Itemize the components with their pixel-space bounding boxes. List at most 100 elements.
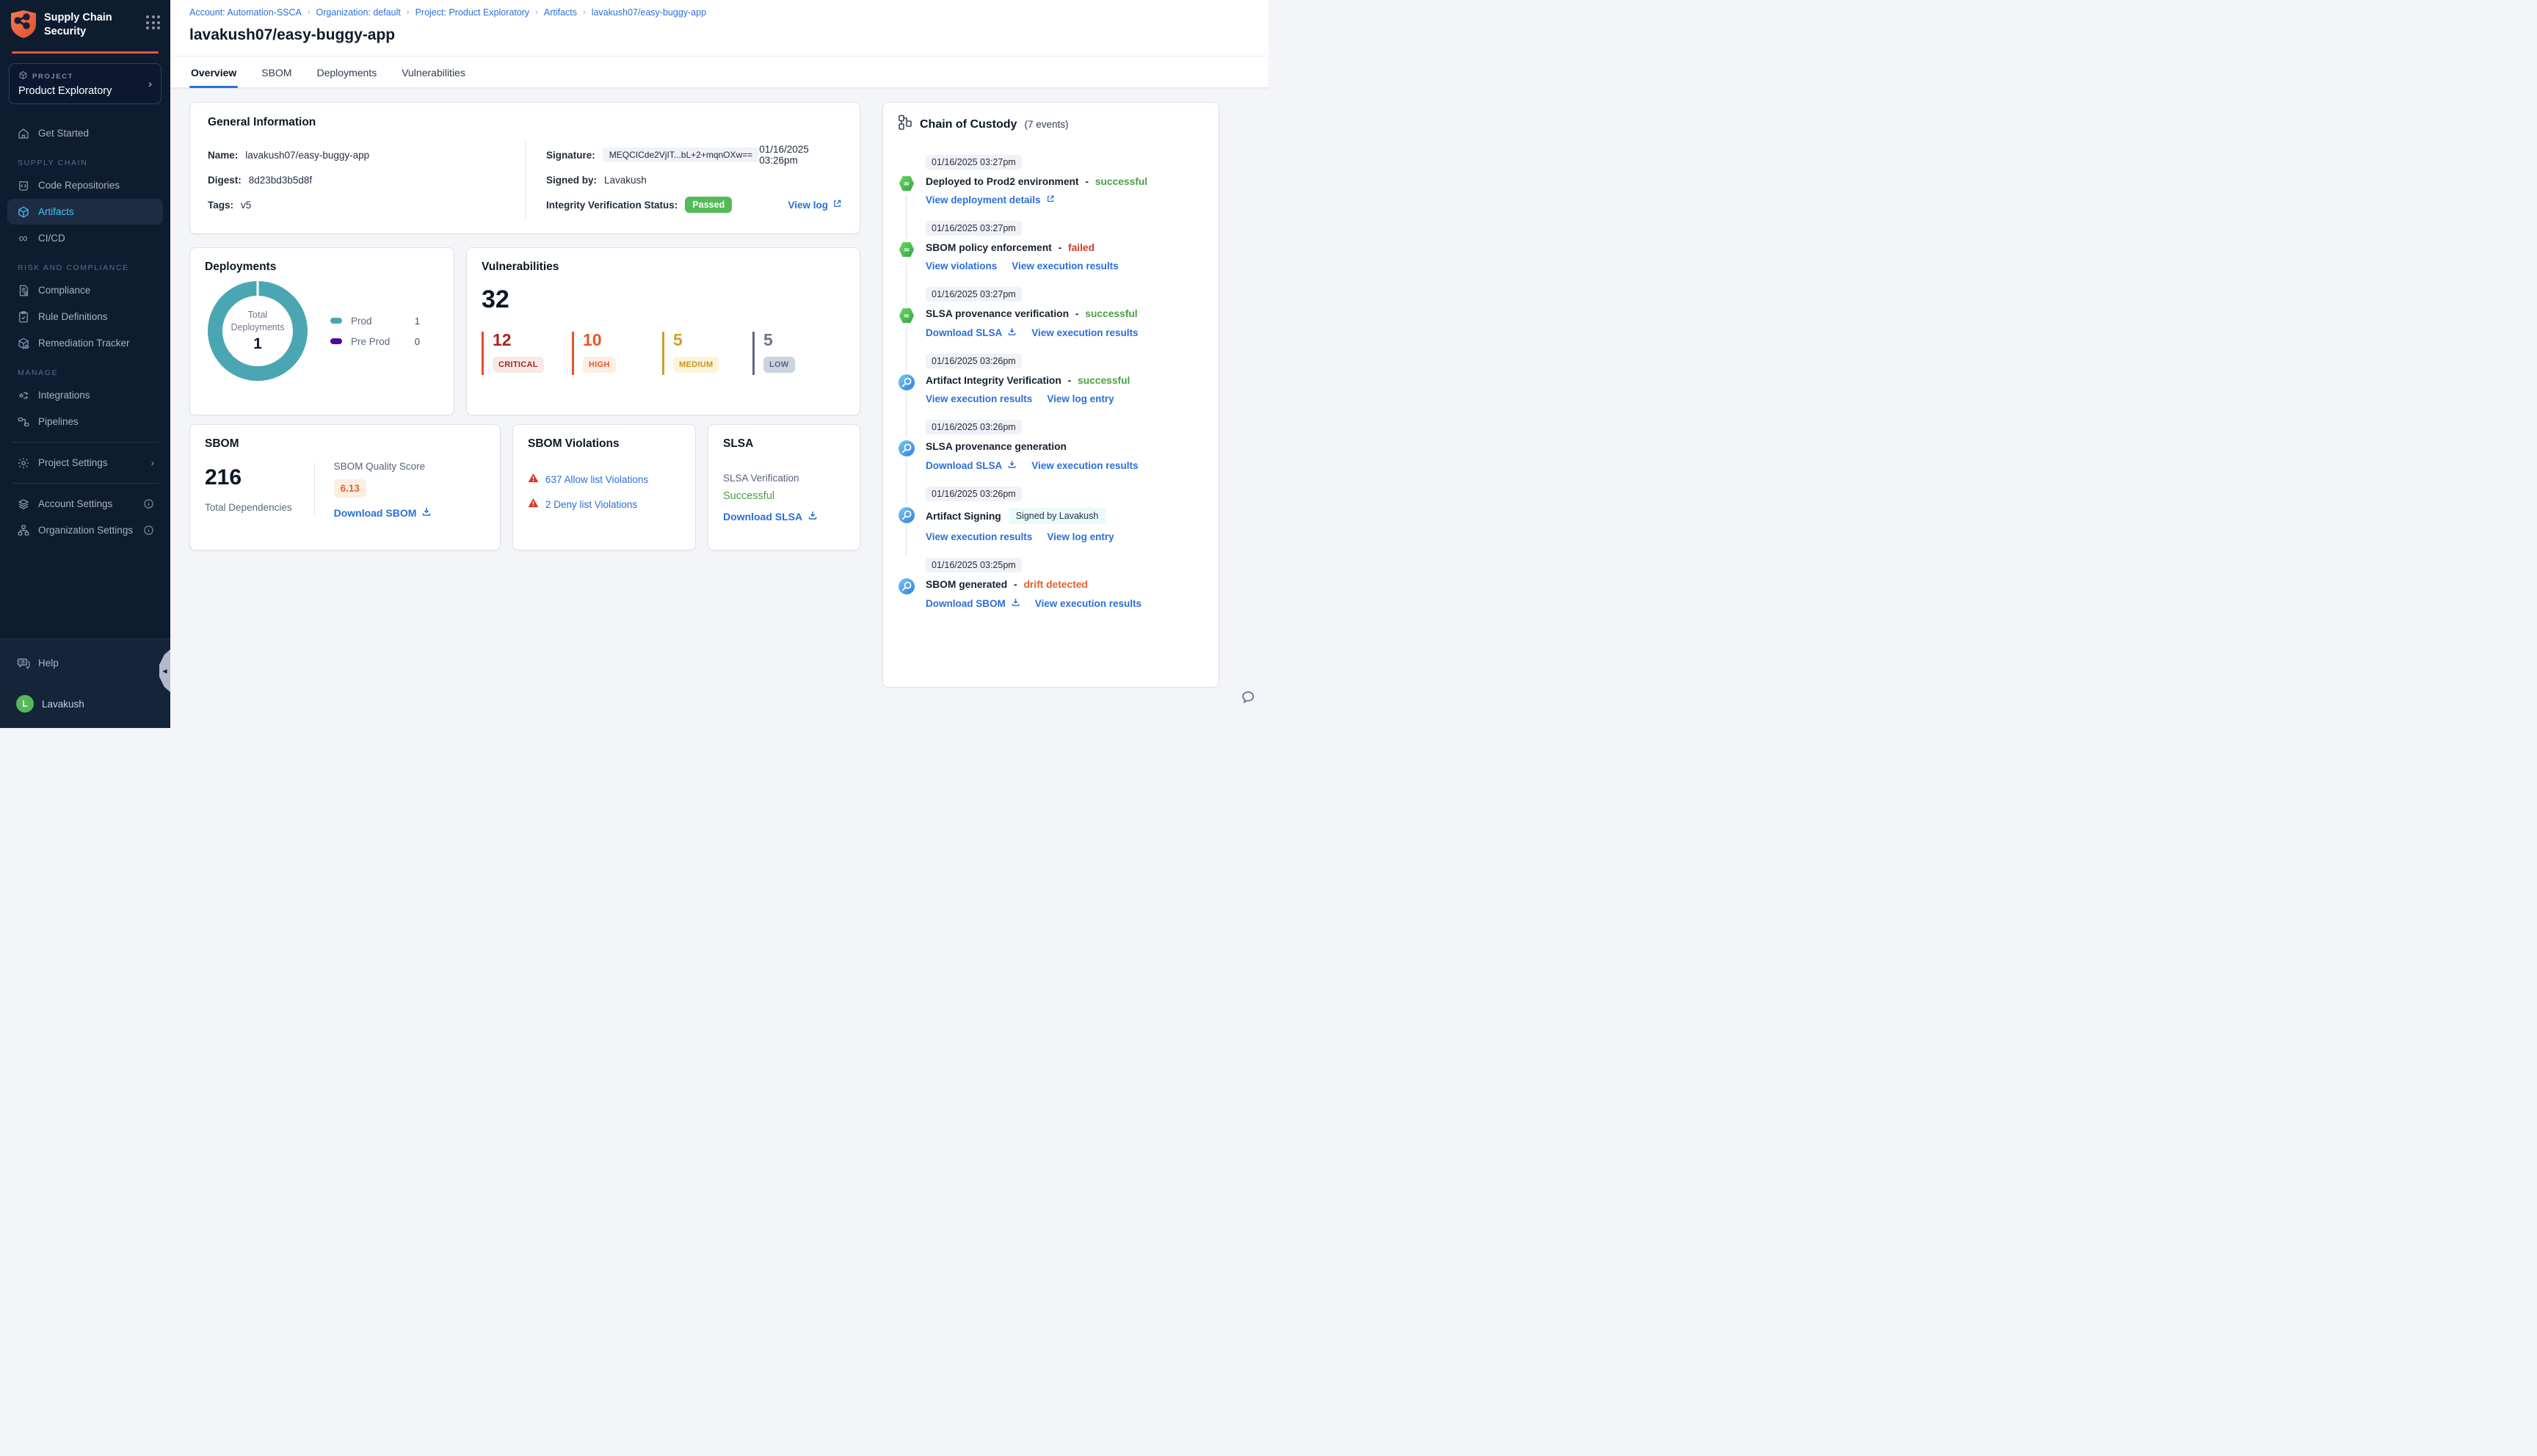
link-label: Download SLSA xyxy=(926,459,1003,471)
section-supply-chain: SUPPLY CHAIN xyxy=(18,159,88,167)
card-title: General Information xyxy=(208,116,316,128)
timeline-event: 01/16/2025 03:25pm SBOM generated - drif… xyxy=(898,558,1204,609)
left-column: General Information Name: lavakush07/easy… xyxy=(189,102,860,728)
breadcrumb-project[interactable]: Project: Product Exploratory xyxy=(415,7,530,18)
link-label: View log entry xyxy=(1047,531,1114,542)
deployments-legend: Prod 1 Pre Prod 0 xyxy=(330,306,420,357)
severity-count: 5 xyxy=(763,330,773,349)
download-slsa-link[interactable]: Download SLSA xyxy=(723,510,845,523)
tab-deployments[interactable]: Deployments xyxy=(316,57,379,87)
event-status: successful xyxy=(1095,176,1148,187)
sidebar-item-label: Get Started xyxy=(38,128,90,139)
help-chat-icon xyxy=(16,656,30,670)
view-execution-results-link[interactable]: View execution results xyxy=(926,393,1032,404)
app-switcher-grid-icon[interactable] xyxy=(146,15,160,29)
chain-of-custody-timeline: 01/16/2025 03:27pm ∞ Deployed to Prod2 e… xyxy=(898,155,1204,609)
general-information-card: General Information Name: lavakush07/easy… xyxy=(189,102,860,234)
status-badge-passed: Passed xyxy=(685,197,733,213)
sidebar-item-remediation-tracker[interactable]: Remediation Tracker xyxy=(7,330,163,356)
link-label: View execution results xyxy=(1031,459,1139,471)
breadcrumb-separator: › xyxy=(535,8,538,17)
sidebar-item-cicd[interactable]: ∞ CI/CD xyxy=(7,225,163,251)
severity-row: 12 CRITICAL 10 HIGH 5 MEDIUM 5 LOW xyxy=(482,332,845,375)
event-timestamp: 01/16/2025 03:26pm xyxy=(926,487,1022,501)
view-log-label: View log xyxy=(788,199,828,211)
view-log-entry-link[interactable]: View log entry xyxy=(1047,531,1114,542)
ssca-circle-icon xyxy=(898,506,915,524)
prod-swatch-icon xyxy=(330,318,342,324)
legend-value: 1 xyxy=(414,315,420,327)
sbom-quality-score-label: SBOM Quality Score xyxy=(333,461,426,472)
link-label: Download SBOM xyxy=(926,597,1006,609)
allow-list-violations-row: 637 Allow list Violations xyxy=(528,473,680,487)
event-status: failed xyxy=(1068,242,1095,253)
name-value: lavakush07/easy-buggy-app xyxy=(245,149,370,161)
legend-label: Pre Prod xyxy=(351,335,391,347)
chat-support-button[interactable] xyxy=(1241,687,1261,707)
sidebar-item-label: Code Repositories xyxy=(38,180,120,191)
breadcrumb-current[interactable]: lavakush07/easy-buggy-app xyxy=(592,7,706,18)
sidebar-item-label: Remediation Tracker xyxy=(38,338,130,349)
page-header: Account: Automation-SSCA › Organization: … xyxy=(170,0,1268,56)
download-sbom-link[interactable]: Download SBOM xyxy=(926,597,1020,609)
tab-vulnerabilities[interactable]: Vulnerabilities xyxy=(400,57,467,87)
breadcrumb-organization[interactable]: Organization: default xyxy=(316,7,401,18)
sidebar-item-pipelines[interactable]: Pipelines xyxy=(7,409,163,434)
ssca-circle-icon xyxy=(898,374,915,391)
breadcrumb-artifacts[interactable]: Artifacts xyxy=(544,7,577,18)
deny-list-violations-link[interactable]: 2 Deny list Violations xyxy=(545,499,637,510)
sidebar-item-help[interactable]: Help xyxy=(7,650,163,676)
sidebar-item-rule-definitions[interactable]: Rule Definitions xyxy=(7,304,163,330)
content: General Information Name: lavakush07/easy… xyxy=(170,88,1268,728)
view-execution-results-link[interactable]: View execution results xyxy=(1031,460,1138,471)
sidebar-user[interactable]: L Lavakush xyxy=(7,689,163,718)
pipelines-icon xyxy=(16,415,30,429)
sidebar-item-get-started[interactable]: Get Started xyxy=(7,120,163,146)
sidebar-item-label: Account Settings xyxy=(38,498,113,509)
download-icon xyxy=(1011,597,1020,609)
allow-list-violations-link[interactable]: 637 Allow list Violations xyxy=(545,474,648,485)
project-selector[interactable]: PROJECT Product Exploratory › xyxy=(9,63,161,104)
breadcrumb-account[interactable]: Account: Automation-SSCA xyxy=(189,7,302,18)
view-execution-results-link[interactable]: View execution results xyxy=(926,531,1032,542)
sidebar-item-artifacts[interactable]: Artifacts xyxy=(7,199,163,225)
sidebar-item-organization-settings[interactable]: Organization Settings xyxy=(7,517,163,543)
download-slsa-link[interactable]: Download SLSA xyxy=(926,459,1017,471)
view-deployment-details-link[interactable]: View deployment details xyxy=(926,194,1055,205)
supply-chain-security-logo-icon xyxy=(10,10,37,43)
view-execution-results-link[interactable]: View execution results xyxy=(1031,327,1138,338)
view-execution-results-link[interactable]: View execution results xyxy=(1035,598,1142,609)
event-separator: - xyxy=(1055,242,1064,253)
signature-value: MEQCICde2VjIT...bL+2+mqnOXw== xyxy=(602,148,760,162)
sidebar-item-project-settings[interactable]: Project Settings › xyxy=(7,450,163,476)
event-title: SBOM policy enforcement xyxy=(926,242,1052,253)
view-violations-link[interactable]: View violations xyxy=(926,261,997,272)
severity-count: 12 xyxy=(493,330,512,349)
sidebar-item-integrations[interactable]: Integrations xyxy=(7,382,163,408)
code-repository-icon xyxy=(16,178,30,192)
events-count: (7 events) xyxy=(1024,119,1069,130)
sidebar-item-account-settings[interactable]: Account Settings xyxy=(7,491,163,517)
info-circle-icon[interactable] xyxy=(143,525,154,536)
breadcrumb-separator: › xyxy=(583,8,586,17)
event-title: Deployed to Prod2 environment xyxy=(926,176,1079,187)
card-title: SBOM xyxy=(205,437,239,450)
download-slsa-link[interactable]: Download SLSA xyxy=(926,327,1017,338)
tab-overview[interactable]: Overview xyxy=(189,57,239,88)
legend-label: Prod xyxy=(351,315,372,327)
event-title: SLSA provenance verification xyxy=(926,308,1070,319)
sidebar-item-code-repositories[interactable]: Code Repositories xyxy=(7,172,163,198)
view-log-link[interactable]: View log xyxy=(788,199,842,211)
view-execution-results-link[interactable]: View execution results xyxy=(1012,261,1118,272)
event-separator: - xyxy=(1072,308,1082,319)
event-title: SBOM generated xyxy=(926,579,1008,590)
sidebar-item-compliance[interactable]: Compliance xyxy=(7,277,163,303)
download-sbom-link[interactable]: Download SBOM xyxy=(334,506,432,519)
external-link-icon xyxy=(1046,194,1055,205)
view-log-entry-link[interactable]: View log entry xyxy=(1047,393,1114,404)
document-search-icon xyxy=(16,283,30,297)
tab-sbom[interactable]: SBOM xyxy=(260,57,293,87)
card-title: SLSA xyxy=(723,437,754,450)
info-circle-icon[interactable] xyxy=(143,498,154,509)
breadcrumb: Account: Automation-SSCA › Organization: … xyxy=(189,7,1249,18)
